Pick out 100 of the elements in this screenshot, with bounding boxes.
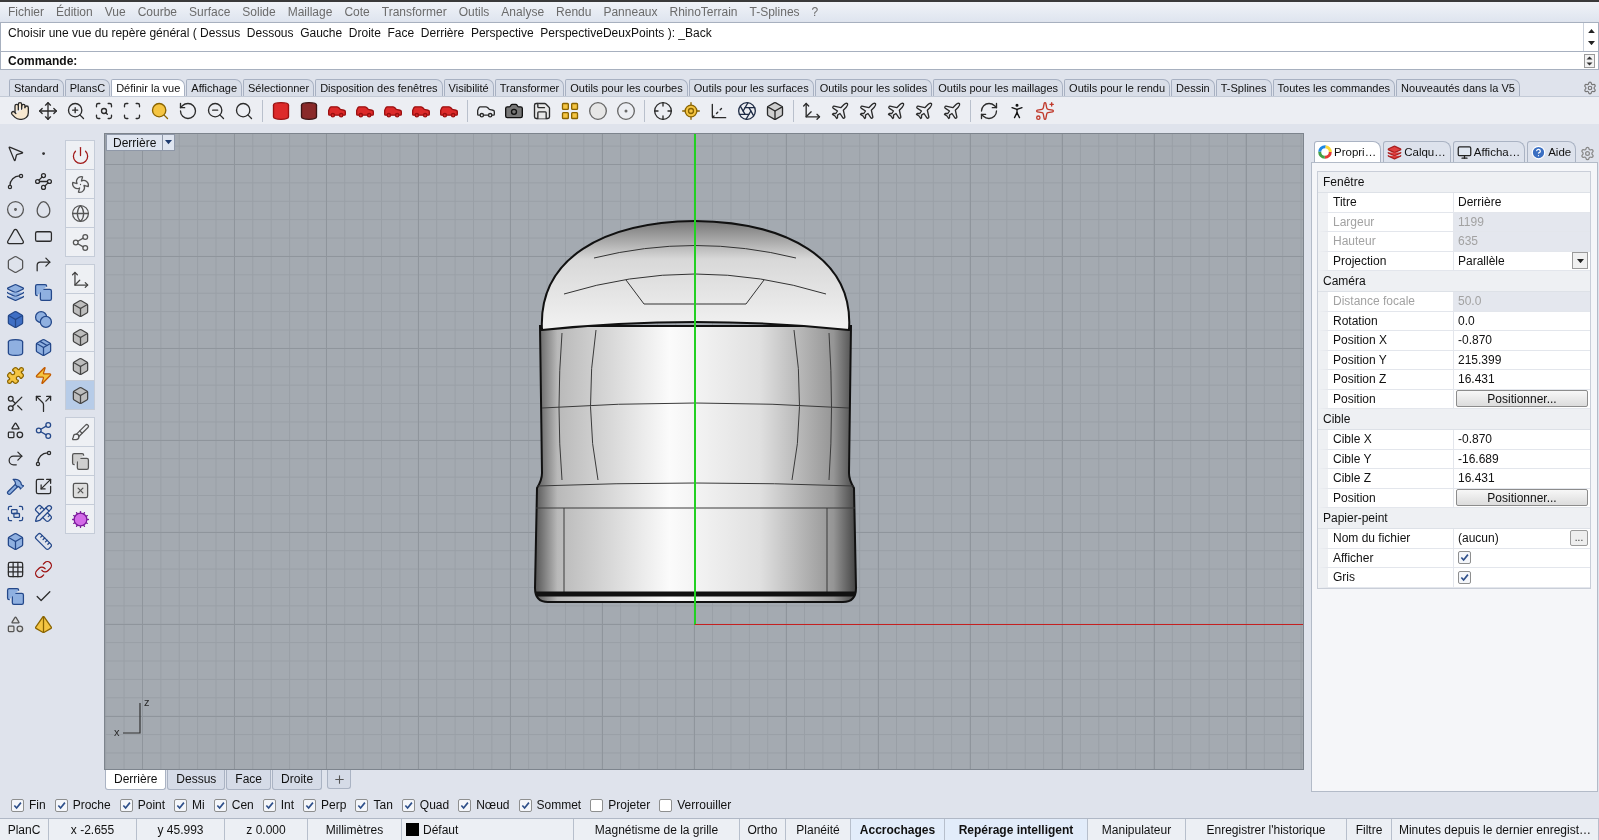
zoom-in-icon[interactable]	[66, 100, 86, 121]
sparkles-icon[interactable]	[1035, 100, 1055, 121]
tool-button[interactable]	[66, 294, 94, 323]
tool-button[interactable]	[66, 418, 94, 447]
split-arrows-icon[interactable]	[33, 393, 53, 413]
toolbar-tab[interactable]: Dessin	[1171, 79, 1215, 96]
plane-icon[interactable]	[830, 100, 850, 121]
toolbar-tab[interactable]: Standard	[9, 79, 64, 96]
cube-icon[interactable]	[5, 310, 25, 330]
scroll-up-arrow-icon[interactable]	[1587, 29, 1595, 34]
menu-item[interactable]: Vue	[98, 4, 132, 19]
scale-icon[interactable]	[33, 476, 53, 496]
checkbox[interactable]	[262, 798, 276, 812]
menu-item[interactable]: RhinoTerrain	[663, 4, 744, 19]
panel-tab[interactable]: Propri…	[1314, 141, 1382, 162]
add-tab-button[interactable]	[327, 770, 352, 789]
tool-button[interactable]	[66, 476, 94, 505]
shapes-icon[interactable]	[5, 615, 25, 635]
set-position-button[interactable]: Positionner...	[1456, 390, 1588, 408]
layers-icon[interactable]	[5, 282, 25, 302]
magnifier-frame-icon[interactable]	[94, 100, 114, 121]
toolbar-tab[interactable]: Transformer	[494, 79, 565, 96]
cube-icon[interactable]	[765, 100, 785, 121]
frame-corners-icon[interactable]	[122, 100, 142, 121]
checkbox[interactable]	[174, 798, 188, 812]
menu-item[interactable]: ?	[805, 4, 825, 19]
viewport-tab[interactable]: Droite	[272, 770, 323, 790]
package-icon[interactable]	[33, 338, 53, 358]
status-toggle[interactable]: Ortho	[740, 819, 786, 840]
menu-item[interactable]: Transformer	[375, 4, 453, 19]
magnifier-icon[interactable]	[234, 100, 254, 121]
menu-item[interactable]: Surface	[183, 4, 237, 19]
spinner-arrows-icon[interactable]	[1584, 53, 1595, 68]
checkbox[interactable]	[119, 798, 133, 812]
tool-button[interactable]	[66, 199, 94, 228]
menu-item[interactable]: Panneaux	[597, 4, 664, 19]
refresh-arrows-icon[interactable]	[979, 100, 999, 121]
toolbar-tab[interactable]: PlansC	[64, 79, 111, 96]
viewport-tab[interactable]: Face	[226, 770, 272, 790]
tool-button[interactable]	[66, 170, 94, 199]
settings-icon[interactable]	[1583, 80, 1597, 95]
tool-button[interactable]	[66, 352, 94, 381]
toolbar-tab[interactable]: Toutes les commandes	[1272, 79, 1396, 96]
hammer-icon[interactable]	[5, 476, 25, 496]
plane-icon[interactable]	[942, 100, 962, 121]
settings-icon[interactable]	[1580, 146, 1595, 161]
toolbar-tab[interactable]: Nouveautés dans la V5	[1396, 79, 1520, 96]
toolbar-tab[interactable]: Outils pour les courbes	[565, 79, 688, 96]
toolbar-tab[interactable]: Outils pour les solides	[814, 79, 933, 96]
checkbox[interactable]	[355, 798, 369, 812]
lightning-icon[interactable]	[33, 365, 53, 385]
command-input-field[interactable]: Commande:	[0, 52, 1599, 70]
tool-button[interactable]	[66, 381, 94, 410]
menu-item[interactable]: Maillage	[281, 4, 339, 19]
puzzle-icon[interactable]	[5, 365, 25, 385]
menu-item[interactable]: Cote	[338, 4, 376, 19]
connected-dots-icon[interactable]	[33, 421, 53, 441]
plane-icon[interactable]	[914, 100, 934, 121]
hexagon-icon[interactable]	[5, 255, 25, 275]
crosshair-icon[interactable]	[653, 100, 673, 121]
menu-item[interactable]: Fichier	[2, 4, 50, 19]
spline-icon[interactable]	[33, 448, 53, 468]
tool-button[interactable]	[66, 505, 94, 534]
status-toggle[interactable]: Planéité	[786, 819, 851, 840]
status-toggle[interactable]: Manipulateur	[1088, 819, 1186, 840]
status-toggle[interactable]: Accrochages	[851, 819, 945, 840]
ruler-icon[interactable]	[33, 531, 53, 551]
status-toggle[interactable]: Magnétisme de la grille	[574, 819, 740, 840]
toolbar-tab[interactable]: Outils pour les maillages	[933, 79, 1064, 96]
axes-icon[interactable]	[802, 100, 822, 121]
menu-item[interactable]: Édition	[50, 4, 99, 19]
menu-item[interactable]: T-Splines	[743, 4, 806, 19]
panel-tab[interactable]: Calqu…	[1383, 141, 1451, 162]
circle-dot-icon[interactable]	[616, 100, 636, 121]
tool-button[interactable]	[66, 228, 94, 257]
checkbox[interactable]	[54, 798, 68, 812]
scroll-down-arrow-icon[interactable]	[1587, 40, 1595, 45]
set-position-button[interactable]: Positionner...	[1456, 489, 1588, 507]
checkbox[interactable]	[401, 798, 415, 812]
group-icon[interactable]	[5, 504, 25, 524]
tool-button[interactable]	[66, 323, 94, 352]
plane-icon[interactable]	[886, 100, 906, 121]
layer-selector[interactable]: Défaut	[402, 819, 574, 840]
menu-item[interactable]: Courbe	[131, 4, 183, 19]
checkbox[interactable]	[1458, 551, 1471, 565]
viewport-tab[interactable]: Dessus	[167, 770, 226, 790]
toolbar-tab[interactable]: Outils pour les surfaces	[688, 79, 814, 96]
pyramid-icon[interactable]	[33, 615, 53, 635]
checkbox[interactable]	[590, 798, 604, 812]
status-toggle[interactable]: Repérage intelligent	[945, 819, 1088, 840]
four-arrows-icon[interactable]	[38, 100, 58, 121]
viewport-title-tab[interactable]: Derrière	[106, 134, 176, 151]
scissors-icon[interactable]	[5, 393, 25, 413]
menu-item[interactable]: Solide	[236, 4, 282, 19]
toolbar-tab[interactable]: Sélectionner	[243, 79, 315, 96]
toolbar-tab[interactable]: Outils pour le rendu	[1064, 79, 1171, 96]
rotate-arrow-icon[interactable]	[178, 100, 198, 121]
panel-tab[interactable]: Afficha…	[1452, 141, 1526, 162]
checkbox[interactable]	[303, 798, 317, 812]
toolbar-tab[interactable]: Affichage	[186, 79, 242, 96]
